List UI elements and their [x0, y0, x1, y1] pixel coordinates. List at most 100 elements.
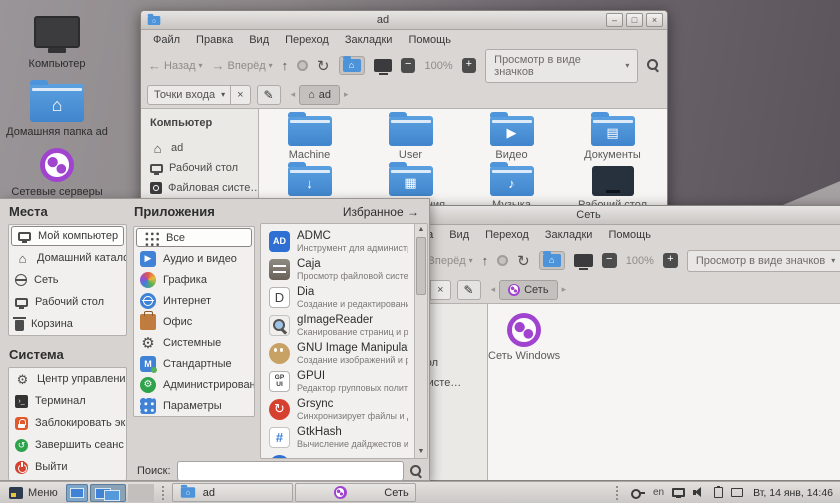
- favorites-link[interactable]: Избранное →: [343, 205, 419, 219]
- up-button[interactable]: ↑: [482, 253, 489, 268]
- places-combo[interactable]: Точки входа ▾ ×: [147, 85, 251, 105]
- zoom-in-button[interactable]: +: [462, 58, 477, 73]
- menu-file[interactable]: Файл: [145, 31, 188, 49]
- menu-go[interactable]: Переход: [477, 226, 537, 244]
- category-system[interactable]: ⚙Системные: [134, 332, 254, 353]
- window-selector-widget[interactable]: [90, 484, 126, 502]
- category-office[interactable]: Офис: [134, 311, 254, 332]
- app-dia[interactable]: DDiaСоздание и редактирование диагра…: [261, 283, 414, 311]
- search-icon[interactable]: [410, 465, 423, 478]
- category-preferences[interactable]: Параметры: [134, 395, 254, 416]
- menu-bookmarks[interactable]: Закладки: [537, 226, 601, 244]
- breadcrumb-segment[interactable]: Сеть: [499, 280, 557, 300]
- edit-location-button[interactable]: ✎: [457, 280, 481, 300]
- volume-icon[interactable]: [693, 487, 706, 498]
- minimize-button[interactable]: –: [606, 13, 623, 27]
- close-button[interactable]: ×: [646, 13, 663, 27]
- clipboard-icon[interactable]: [714, 487, 723, 498]
- system-control-center[interactable]: ⚙Центр управления: [9, 368, 126, 390]
- place-network[interactable]: Сеть: [9, 269, 126, 291]
- display-icon[interactable]: [672, 488, 685, 497]
- app-gimp[interactable]: GNU Image Manipulation Progr…Создание из…: [261, 339, 414, 367]
- place-home[interactable]: ⌂Домашний каталог: [9, 247, 126, 269]
- desktop-icon-computer[interactable]: Компьютер: [2, 16, 112, 70]
- clock[interactable]: Вт, 14 янв, 14:46: [753, 487, 833, 499]
- workspace-switcher[interactable]: [128, 484, 154, 502]
- desktop-icon-network-servers[interactable]: Сетевые серверы: [2, 148, 112, 198]
- breadcrumb-segment[interactable]: ⌂ad: [299, 85, 340, 105]
- stop-button[interactable]: [297, 60, 308, 71]
- password-key-icon[interactable]: [631, 489, 645, 497]
- search-input[interactable]: [177, 461, 404, 481]
- place-desktop[interactable]: Рабочий стол: [9, 291, 126, 313]
- zoom-out-button[interactable]: −: [602, 253, 617, 268]
- maximize-button[interactable]: □: [626, 13, 643, 27]
- category-graphics[interactable]: Графика: [134, 269, 254, 290]
- up-button[interactable]: ↑: [282, 58, 289, 73]
- sidebar-item-filesystem[interactable]: Файловая систе…: [150, 178, 258, 198]
- reload-button[interactable]: ↻: [317, 57, 330, 75]
- app-grsync[interactable]: ↻GrsyncСинхронизирует файлы и директори…: [261, 395, 414, 423]
- search-icon[interactable]: [647, 59, 660, 72]
- app-gtkhash[interactable]: #GtkHashВычисление дайджестов или контро…: [261, 423, 414, 451]
- menu-view[interactable]: Вид: [241, 31, 277, 49]
- folder-item[interactable]: Machine: [259, 116, 360, 166]
- system-shutdown[interactable]: Выйти: [9, 456, 126, 478]
- scrollbar-thumb[interactable]: [416, 237, 426, 295]
- forward-button[interactable]: →Вперёд▾: [212, 58, 273, 73]
- task-button-ad[interactable]: ad: [172, 483, 293, 502]
- show-desktop-button[interactable]: [66, 484, 88, 502]
- app-list-scrollbar[interactable]: ▲ ▼: [414, 224, 427, 458]
- screen-layout-icon[interactable]: [731, 488, 743, 497]
- folder-item[interactable]: ▤ Документы: [562, 116, 663, 166]
- desktop-icon-home-folder[interactable]: ⌂ Домашняя папка ad: [2, 84, 112, 138]
- category-internet[interactable]: Интернет: [134, 290, 254, 311]
- app-gimagereader[interactable]: gImageReaderСканирование страниц и распо…: [261, 311, 414, 339]
- menu-button[interactable]: Меню: [3, 483, 64, 503]
- close-sidebar-icon[interactable]: ×: [430, 281, 449, 299]
- app-hp-device[interactable]: hpHP Device M…: [261, 451, 414, 459]
- system-logout[interactable]: ↺Завершить сеанс: [9, 434, 126, 456]
- app-admc[interactable]: ADADMCИнструмент для администрировани…: [261, 227, 414, 255]
- view-mode-dropdown[interactable]: Просмотр в виде значков▾: [485, 49, 638, 83]
- sidebar-item-home[interactable]: ⌂ad: [150, 138, 258, 158]
- menu-help[interactable]: Помощь: [600, 226, 659, 244]
- zoom-in-button[interactable]: +: [663, 253, 678, 268]
- menu-bookmarks[interactable]: Закладки: [337, 31, 401, 49]
- folder-item[interactable]: ▶ Видео: [461, 116, 562, 166]
- menu-go[interactable]: Переход: [277, 31, 337, 49]
- category-administration[interactable]: ⚙Администрирование: [134, 374, 254, 395]
- edit-location-button[interactable]: ✎: [257, 85, 281, 105]
- tray-handle[interactable]: [616, 486, 623, 500]
- reload-button[interactable]: ↻: [517, 252, 530, 270]
- category-accessories[interactable]: MСтандартные: [134, 353, 254, 374]
- zoom-out-button[interactable]: −: [401, 58, 416, 73]
- place-trash[interactable]: Корзина: [9, 313, 126, 335]
- category-audio-video[interactable]: ▶Аудио и видео: [134, 248, 254, 269]
- stop-button[interactable]: [497, 255, 508, 266]
- computer-view-button[interactable]: [574, 254, 593, 267]
- scroll-down-icon[interactable]: ▼: [415, 446, 427, 458]
- home-places-button[interactable]: [339, 56, 365, 75]
- close-sidebar-icon[interactable]: ×: [230, 86, 249, 104]
- folder-item[interactable]: User: [360, 116, 461, 166]
- breadcrumb-right-icon[interactable]: ▸: [558, 284, 571, 295]
- menu-view[interactable]: Вид: [441, 226, 477, 244]
- keyboard-layout-indicator[interactable]: en: [653, 487, 664, 498]
- place-my-computer[interactable]: Мой компьютер: [11, 226, 124, 246]
- back-button[interactable]: ←Назад▾: [148, 58, 203, 73]
- task-button-network[interactable]: Сеть: [295, 483, 416, 502]
- app-caja[interactable]: CajaПросмотр файловой системы в файл…: [261, 255, 414, 283]
- title-bar[interactable]: ad – □ ×: [141, 11, 667, 30]
- menu-help[interactable]: Помощь: [400, 31, 459, 49]
- system-terminal[interactable]: ›_Терминал: [9, 390, 126, 412]
- network-item[interactable]: Сеть Windows: [488, 313, 560, 362]
- panel-handle[interactable]: [162, 486, 169, 500]
- home-places-button[interactable]: [539, 251, 565, 270]
- system-lock-screen[interactable]: Заблокировать экран: [9, 412, 126, 434]
- app-gpui[interactable]: GPUIРедактор групповых политик позвол…: [261, 367, 414, 395]
- category-all[interactable]: Все: [136, 228, 252, 247]
- menu-edit[interactable]: Правка: [188, 31, 241, 49]
- computer-view-button[interactable]: [374, 59, 392, 72]
- breadcrumb-left-icon[interactable]: ◂: [287, 89, 300, 100]
